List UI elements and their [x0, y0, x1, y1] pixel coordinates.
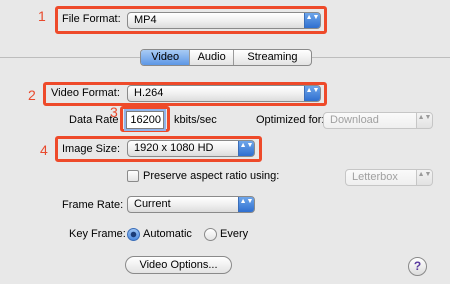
popup-arrows-icon: ▲▼ — [416, 170, 432, 185]
popup-arrows-icon: ▲▼ — [238, 197, 254, 212]
image-size-value: 1920 x 1080 HD — [134, 142, 214, 154]
video-format-popup[interactable]: H.264 ▲▼ — [127, 85, 321, 102]
image-size-label: Image Size: — [62, 143, 121, 155]
data-rate-unit: kbits/sec — [174, 114, 217, 126]
frame-rate-value: Current — [134, 198, 171, 210]
image-size-popup[interactable]: 1920 x 1080 HD ▲▼ — [127, 140, 255, 157]
tab-bar[interactable]: Video Audio Streaming — [140, 49, 312, 66]
video-format-label: Video Format: — [51, 87, 120, 99]
annotation-2: 2 — [28, 87, 36, 103]
optimized-for-label: Optimized for: — [256, 114, 325, 126]
preserve-aspect-checkbox[interactable] — [127, 170, 139, 182]
data-rate-label: Data Rate — [69, 114, 119, 126]
popup-arrows-icon: ▲▼ — [238, 141, 254, 156]
tab-video[interactable]: Video — [141, 50, 191, 65]
popup-arrows-icon: ▲▼ — [416, 113, 432, 128]
popup-arrows-icon: ▲▼ — [304, 86, 320, 101]
file-format-popup[interactable]: MP4 ▲▼ — [127, 12, 321, 29]
key-frame-automatic-label: Automatic — [143, 228, 192, 240]
file-format-label: File Format: — [62, 13, 121, 25]
letterbox-value: Letterbox — [352, 171, 398, 183]
frame-rate-label: Frame Rate: — [62, 199, 124, 211]
video-format-value: H.264 — [134, 87, 164, 99]
letterbox-popup[interactable]: Letterbox ▲▼ — [345, 169, 433, 186]
annotation-4: 4 — [40, 142, 48, 158]
video-options-button[interactable]: Video Options... — [125, 256, 232, 274]
annotation-1: 1 — [38, 8, 46, 24]
tab-streaming[interactable]: Streaming — [234, 50, 311, 65]
tab-audio[interactable]: Audio — [190, 50, 234, 65]
key-frame-automatic-radio[interactable] — [127, 228, 140, 241]
popup-arrows-icon: ▲▼ — [304, 13, 320, 28]
optimized-for-popup[interactable]: Download ▲▼ — [323, 112, 433, 129]
frame-rate-popup[interactable]: Current ▲▼ — [127, 196, 255, 213]
preserve-aspect-label: Preserve aspect ratio using: — [143, 170, 280, 182]
key-frame-label: Key Frame: — [69, 228, 126, 240]
key-frame-every-radio[interactable] — [204, 228, 217, 241]
data-rate-field[interactable]: 16200 — [126, 111, 164, 129]
optimized-for-value: Download — [330, 114, 379, 126]
help-icon[interactable]: ? — [408, 257, 427, 276]
file-format-value: MP4 — [134, 14, 157, 26]
key-frame-every-label: Every — [220, 228, 249, 240]
